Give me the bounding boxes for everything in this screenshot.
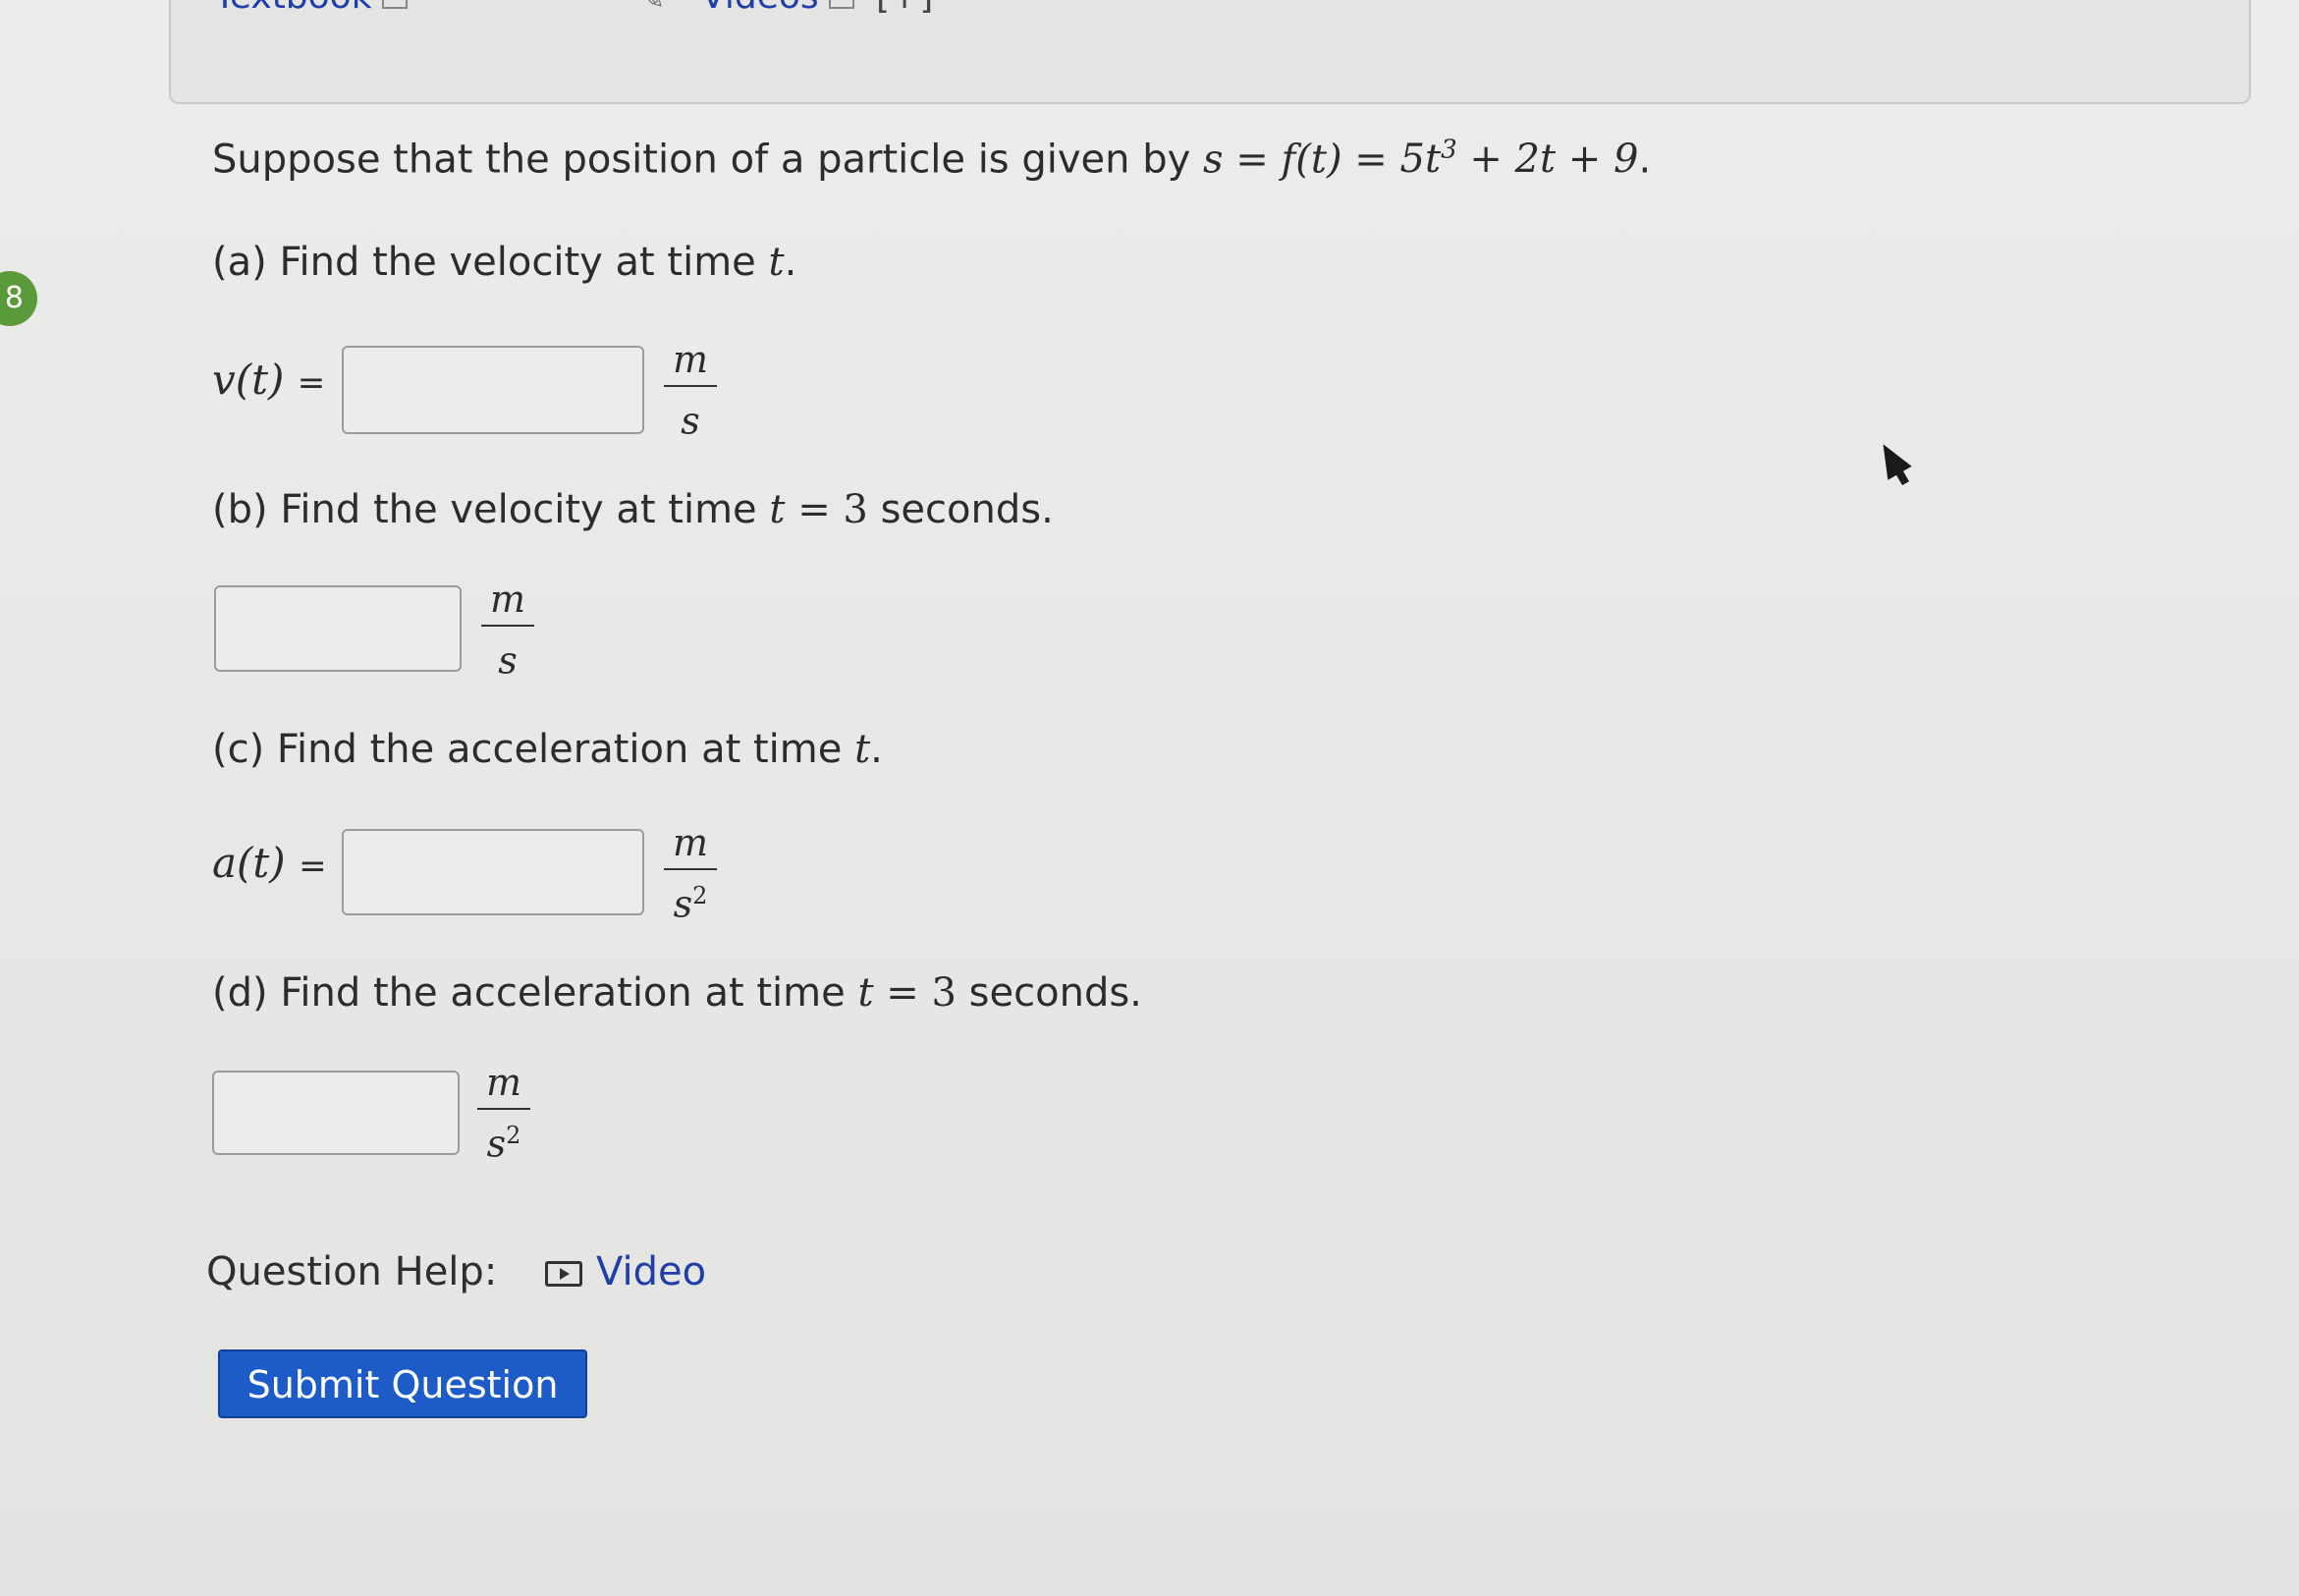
part-b-cond: = 3 xyxy=(797,487,868,532)
part-c-equals: = xyxy=(299,847,327,886)
part-a-label-text: v(t) xyxy=(212,356,285,404)
unit-denominator: s2 xyxy=(477,1114,530,1166)
question-number-badge: 8 xyxy=(0,271,37,326)
part-d-unit: m s2 xyxy=(477,1061,530,1166)
external-link-icon xyxy=(828,0,854,9)
question-page: Textbook ✎ Videos [+] 8 Suppose that the… xyxy=(0,0,2299,1596)
unit-den-text: s xyxy=(498,638,518,683)
question-help-label: Question Help: xyxy=(206,1249,498,1294)
unit-den-text: s xyxy=(486,1122,507,1166)
equation-equals: = xyxy=(1354,137,1388,183)
external-link-icon xyxy=(381,0,408,9)
equation-equals: = xyxy=(1235,137,1269,183)
unit-denominator: s xyxy=(481,631,534,683)
part-b-prompt: (b) Find the velocity at time t = 3 seco… xyxy=(212,487,1054,532)
part-d-tail: seconds. xyxy=(968,970,1142,1016)
part-b-unit: m s xyxy=(481,578,534,683)
equation-rhs: 5t3 + 2t + 9 xyxy=(1399,136,1639,183)
part-d-var: t xyxy=(857,970,874,1016)
part-a-prompt-text: (a) Find the velocity at time xyxy=(212,240,756,285)
part-b-prompt-text: (b) Find the velocity at time xyxy=(212,487,757,532)
part-c-var: t xyxy=(854,727,871,772)
pencil-icon: ✎ xyxy=(640,0,680,17)
unit-numerator: m xyxy=(489,578,526,621)
part-a-unit: m s xyxy=(664,338,717,443)
part-c-label-text: a(t) xyxy=(212,839,286,887)
expand-plus-link[interactable]: [+] xyxy=(876,0,933,17)
unit-den-exp: 2 xyxy=(692,882,708,909)
unit-denominator: s xyxy=(664,391,717,443)
problem-statement: Suppose that the position of a particle … xyxy=(212,136,1651,182)
video-play-icon[interactable] xyxy=(545,1261,583,1287)
part-b-answer-input[interactable] xyxy=(214,585,462,672)
part-d-prompt: (d) Find the acceleration at time t = 3 … xyxy=(212,970,1142,1016)
part-c-label: a(t) = xyxy=(212,839,327,887)
part-a-prompt: (a) Find the velocity at time t. xyxy=(212,240,796,285)
part-c-tail: . xyxy=(870,727,883,772)
equation-exponent: 3 xyxy=(1441,136,1457,165)
fraction-bar xyxy=(664,868,717,870)
unit-denominator: s2 xyxy=(664,874,717,926)
part-a-var: t xyxy=(768,240,785,285)
question-help-row: Question Help: Video xyxy=(206,1249,706,1294)
problem-intro: Suppose that the position of a particle … xyxy=(212,137,1191,183)
submit-question-button[interactable]: Submit Question xyxy=(218,1349,587,1418)
part-a-label: v(t) = xyxy=(212,356,325,404)
unit-numerator: m xyxy=(485,1061,522,1104)
part-c-unit: m s2 xyxy=(664,821,717,926)
part-c-prompt-text: (c) Find the acceleration at time xyxy=(212,727,843,772)
equation-period: . xyxy=(1638,137,1652,183)
help-video-link[interactable]: Video xyxy=(596,1249,706,1294)
videos-link-label: Videos xyxy=(701,0,819,17)
unit-den-exp: 2 xyxy=(506,1122,521,1149)
videos-link[interactable]: Videos xyxy=(701,0,854,17)
part-d-prompt-text: (d) Find the acceleration at time xyxy=(212,970,846,1016)
unit-numerator: m xyxy=(672,821,709,864)
part-b-tail: seconds. xyxy=(880,487,1054,532)
part-a-tail: . xyxy=(784,240,797,285)
textbook-link[interactable]: Textbook xyxy=(214,0,408,17)
unit-numerator: m xyxy=(672,338,709,381)
unit-den-text: s xyxy=(673,882,693,926)
equation-term-5t: 5t xyxy=(1399,137,1442,183)
part-a-answer-input[interactable] xyxy=(342,346,644,434)
unit-den-text: s xyxy=(681,399,700,443)
fraction-bar xyxy=(477,1108,530,1110)
part-c-answer-input[interactable] xyxy=(342,829,644,915)
part-d-answer-input[interactable] xyxy=(212,1071,460,1155)
equation-f: f(t) xyxy=(1281,137,1342,183)
part-c-prompt: (c) Find the acceleration at time t. xyxy=(212,727,883,772)
part-a-equals: = xyxy=(297,363,326,403)
fraction-bar xyxy=(481,625,534,627)
textbook-link-label: Textbook xyxy=(214,0,372,17)
part-d-cond: = 3 xyxy=(886,970,957,1016)
fraction-bar xyxy=(664,385,717,387)
mouse-pointer-icon xyxy=(1871,437,1912,480)
equation-terms-rest: + 2t + 9 xyxy=(1469,137,1639,183)
top-toolbar-panel xyxy=(169,0,2251,104)
equation-s: s xyxy=(1203,137,1224,183)
part-b-var: t xyxy=(769,487,786,532)
